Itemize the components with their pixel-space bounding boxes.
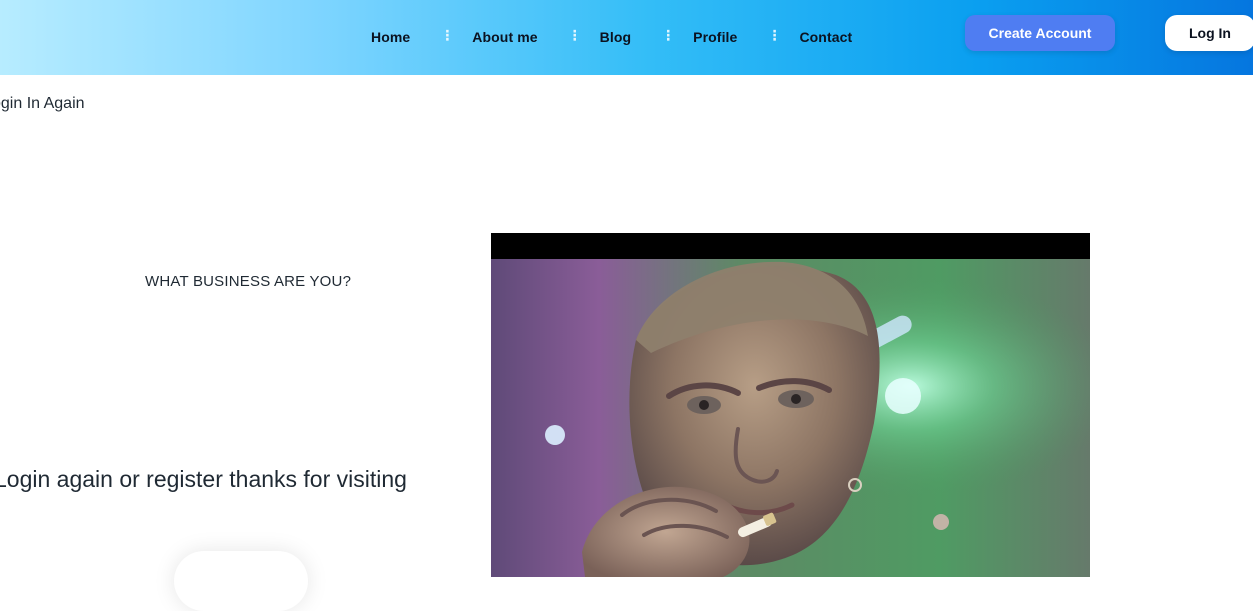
business-question-heading: WHAT BUSINESS ARE YOU?: [145, 273, 352, 290]
log-in-button[interactable]: Log In: [1165, 15, 1253, 51]
nav-about-link[interactable]: About me: [472, 29, 537, 45]
main-navigation: Home ⋮ About me ⋮ Blog ⋮ Profile ⋮ Conta…: [371, 27, 852, 47]
breadcrumb: ogin In Again: [0, 95, 85, 112]
log-in-label: Log In: [1189, 25, 1231, 41]
rounded-action-button[interactable]: [174, 551, 308, 611]
nav-separator-dots: ⋮: [567, 27, 582, 43]
nav-contact-link[interactable]: Contact: [799, 29, 852, 45]
create-account-button[interactable]: Create Account: [965, 15, 1115, 51]
movie-still-image: [491, 233, 1090, 577]
nav-separator-dots: ⋮: [661, 27, 676, 43]
nav-profile-link[interactable]: Profile: [693, 29, 737, 45]
top-navigation-bar: Home ⋮ About me ⋮ Blog ⋮ Profile ⋮ Conta…: [0, 0, 1253, 75]
create-account-label: Create Account: [988, 25, 1092, 41]
nav-home-link[interactable]: Home: [371, 29, 410, 45]
login-register-message: Login again or register thanks for visit…: [0, 466, 407, 492]
nav-blog-link[interactable]: Blog: [600, 29, 632, 45]
movie-still-illustration: [491, 233, 1090, 577]
nav-separator-dots: ⋮: [440, 27, 455, 43]
nav-separator-dots: ⋮: [767, 27, 782, 43]
